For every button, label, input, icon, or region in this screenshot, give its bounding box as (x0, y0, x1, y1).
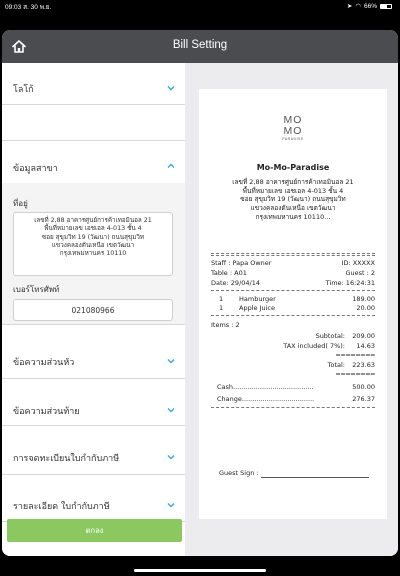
cash-label: Cash....................................… (217, 383, 314, 391)
tax-value: 14.63 (356, 342, 375, 350)
receipt-table-row: Table : A01 Guest : 2 (211, 269, 375, 277)
divider (2, 324, 185, 325)
receipt-items-count-row: Items : 2 (211, 321, 375, 329)
address-line: แขวงคลองตันเหนือ เขตวัฒนา (51, 242, 135, 250)
equals-divider: ======== (335, 351, 375, 359)
dashed-divider (211, 315, 375, 316)
address-line: ซอย สุขุมวิท 19 (วัฒนา) ถนนสุขุมวิท (41, 233, 145, 241)
receipt-address-line: เลขที่ 2,88 อาคารศูนย์การค้าเทอมินอล 21 (232, 178, 354, 186)
receipt-preview-area: MO MO PARADISE Mo-Mo-Paradise เลขที่ 2,8… (185, 63, 398, 556)
section-tax-invoice-label[interactable]: รายละเอียด ใบกำกับภาษี (13, 499, 110, 513)
receipt-shop-name: Mo-Mo-Paradise (256, 163, 330, 172)
divider (2, 425, 185, 426)
receipt-address-line: กรุงเทพมหานคร 10110... (255, 212, 331, 221)
tax-label: TAX included( 7%): (283, 342, 345, 350)
equals-divider: ======== (335, 370, 375, 378)
section-header-text-label[interactable]: ข้อความส่วนหัว (13, 355, 74, 369)
home-indicator (134, 569, 266, 572)
receipt-address-line: แขวงคลองตันเหนือ เขตวัฒนา (250, 203, 336, 212)
chevron-down-icon[interactable] (167, 85, 175, 91)
chevron-down-icon[interactable] (167, 407, 175, 413)
receipt-table: Table : A01 (211, 269, 247, 277)
receipt-item-row: 1 Apple Juice 20.00 (211, 304, 375, 312)
receipt-time: Time: 16:24:31 (325, 279, 375, 287)
item-price: 20.00 (356, 304, 375, 312)
chevron-down-icon[interactable] (167, 502, 175, 508)
section-logo-label[interactable]: โลโก้ (13, 82, 34, 96)
receipt-guest: Guest : 2 (345, 269, 375, 277)
guest-sign-label: Guest Sign : (219, 469, 259, 477)
address-line: กรุงเทพมหานคร 10110 (59, 250, 127, 258)
logo-subtext: PARADISE (282, 137, 304, 141)
item-qty: 1 (219, 295, 224, 303)
change-value: 276.37 (352, 395, 375, 403)
page-title: Bill Setting (172, 39, 228, 51)
app-window: Bill Setting โลโก้ ข้อมูลสาขา ที่อยู่ เล… (2, 30, 398, 556)
status-time-date: 09:03 ส. 30 พ.ย. (5, 2, 51, 12)
chevron-down-icon[interactable] (167, 454, 175, 460)
total-value: 223.63 (352, 361, 375, 369)
receipt-address-line: พื้นที่หมายเลข เอชเอล 4-013 ชั้น 4 (242, 186, 344, 195)
subtotal-value: 209.00 (352, 332, 375, 340)
receipt-address: เลขที่ 2,88 อาคารศูนย์การค้าเทอมินอล 21 … (213, 178, 373, 221)
subtotal-label: Subtotal: (315, 332, 345, 340)
top-bar: Bill Setting (2, 30, 398, 63)
signature-line (261, 477, 369, 478)
dashed-divider (211, 407, 375, 408)
receipt-preview: MO MO PARADISE Mo-Mo-Paradise เลขที่ 2,8… (199, 89, 387, 519)
status-time: 09:03 (5, 4, 22, 11)
item-name: Hamburger (239, 295, 276, 303)
chevron-up-icon[interactable] (167, 163, 175, 169)
item-name: Apple Juice (239, 304, 275, 312)
receipt-id: ID: XXXXX (341, 259, 375, 267)
section-footer-text-label[interactable]: ข้อความส่วนท้าย (13, 404, 80, 418)
divider (2, 378, 185, 379)
settings-panel: โลโก้ ข้อมูลสาขา ที่อยู่ เลขที่ 2,88 อาค… (2, 63, 185, 556)
receipt-items-count: Items : 2 (211, 321, 240, 329)
address-line: พื้นที่หมายเลข เอชเอล 4-013 ชั้น 4 (44, 225, 142, 233)
dashed-divider (211, 253, 375, 254)
dashed-divider (211, 290, 375, 291)
receipt-staff: Staff : Papa Owner (211, 259, 272, 267)
receipt-address-line: ซอย สุขุมวิท 19 (วัฒนา) ถนนสุขุมวิท (240, 195, 346, 204)
location-icon: ➤ (346, 3, 353, 10)
address-field[interactable]: เลขที่ 2,88 อาคารศูนย์การค้าเทอมินอล 21 … (13, 212, 173, 276)
address-label: ที่อยู่ (13, 199, 28, 208)
wifi-icon: ◠ (355, 3, 361, 10)
ok-button[interactable]: ตกลง (7, 519, 182, 542)
section-branch-label[interactable]: ข้อมูลสาขา (13, 161, 58, 175)
divider (2, 474, 185, 475)
status-right: ➤ ◠ 66% (347, 2, 392, 10)
receipt-date-row: Date: 29/04/14 Time: 16:24:31 (211, 279, 375, 287)
item-price: 189.00 (352, 295, 375, 303)
device-frame: 09:03 ส. 30 พ.ย. ➤ ◠ 66% Bill Setting โล… (0, 0, 400, 576)
logo-text-bottom: MO (283, 125, 303, 137)
battery-icon (380, 3, 392, 9)
divider (2, 140, 185, 141)
dashed-divider (211, 255, 375, 256)
status-bar: 09:03 ส. 30 พ.ย. ➤ ◠ 66% (0, 0, 400, 12)
total-label: Total: (327, 361, 345, 369)
receipt-item-row: 1 Hamburger 189.00 (211, 295, 375, 303)
shop-logo: MO MO PARADISE (281, 115, 305, 142)
chevron-down-icon[interactable] (167, 358, 175, 364)
change-label: Change..................................… (217, 395, 315, 403)
phone-label: เบอร์โทรศัพท์ (13, 285, 60, 294)
battery-percent: 66% (363, 2, 377, 10)
receipt-staff-row: Staff : Papa Owner ID: XXXXX (211, 259, 375, 267)
divider (2, 104, 185, 105)
phone-field[interactable]: 021080966 (13, 299, 173, 321)
cash-value: 500.00 (352, 383, 375, 391)
section-tax-registration-label[interactable]: การจดทะเบียนใบกำกับภาษี (13, 451, 119, 465)
item-qty: 1 (219, 304, 224, 312)
status-date: ส. 30 พ.ย. (23, 4, 52, 11)
receipt-date: Date: 29/04/14 (211, 279, 260, 287)
